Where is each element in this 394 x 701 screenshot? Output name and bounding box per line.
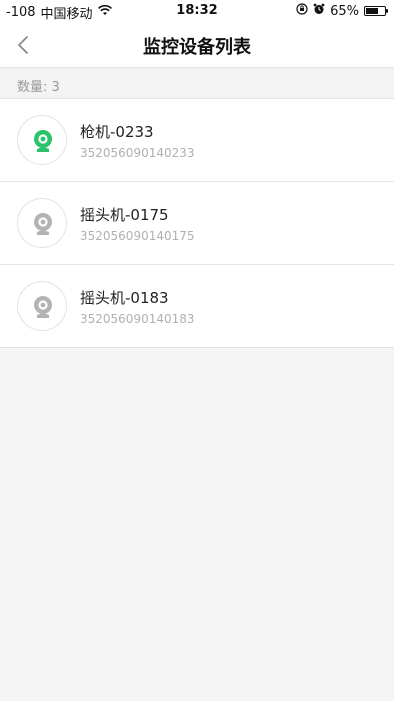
device-avatar	[17, 115, 67, 165]
device-serial: 352056090140233	[80, 146, 195, 160]
device-row[interactable]: 摇头机-0183 352056090140183	[0, 265, 394, 348]
device-list: 枪机-0233 352056090140233 摇头机-0175 3520560…	[0, 99, 394, 348]
device-serial: 352056090140175	[80, 229, 195, 243]
rotation-lock-icon	[296, 3, 308, 19]
count-value: 3	[51, 80, 60, 95]
battery-level	[366, 8, 378, 14]
page-title: 监控设备列表	[143, 37, 251, 58]
count-wrap: 数量: 3	[17, 76, 60, 95]
alarm-icon	[313, 3, 325, 19]
device-row[interactable]: 摇头机-0175 352056090140175	[0, 182, 394, 265]
device-name: 枪机-0233	[80, 123, 154, 141]
count-label: 数量:	[17, 80, 48, 95]
battery-percent: 65%	[330, 3, 359, 19]
status-bar: -108 中国移动 18:32 65%	[0, 0, 394, 22]
device-name: 摇头机-0183	[80, 289, 169, 307]
device-serial: 352056090140183	[80, 312, 195, 326]
battery-icon	[364, 6, 388, 16]
device-avatar	[17, 198, 67, 248]
count-bar: 数量: 3	[0, 67, 394, 99]
nav-bar: 监控设备列表	[0, 22, 394, 67]
device-avatar	[17, 281, 67, 331]
status-right: 65%	[296, 3, 388, 19]
device-row[interactable]: 枪机-0233 352056090140233	[0, 99, 394, 182]
device-name: 摇头机-0175	[80, 206, 169, 224]
